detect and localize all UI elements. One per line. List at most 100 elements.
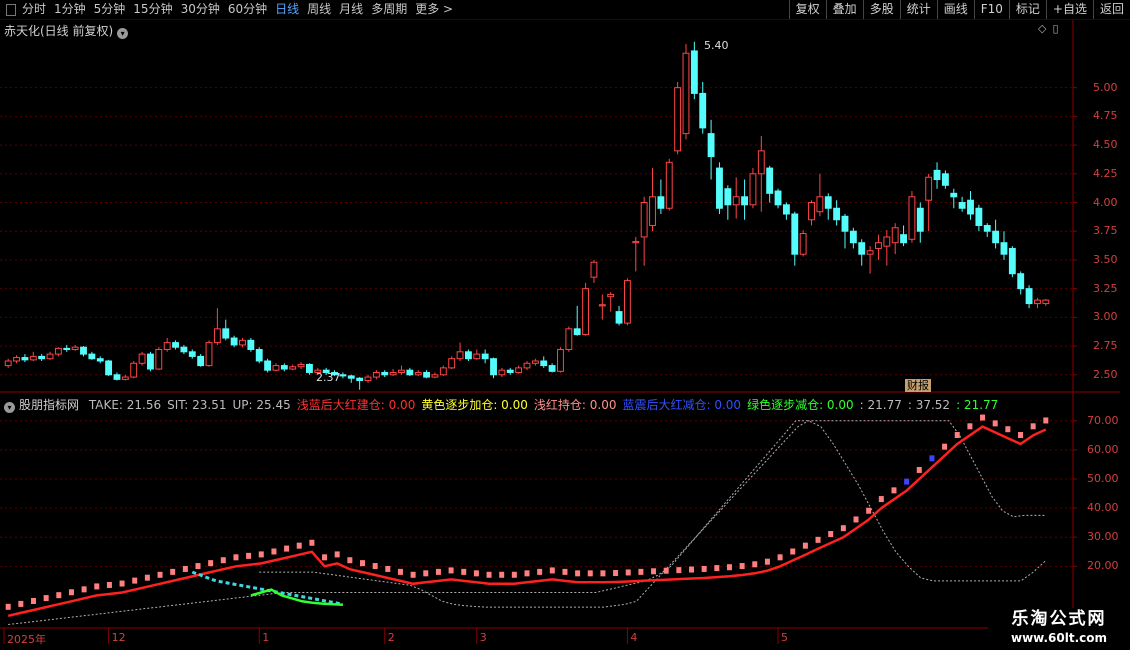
candle-body: [632, 241, 640, 244]
indicator-square: [284, 545, 290, 552]
indicator-square: [246, 552, 252, 559]
indicator-value: : 21.77: [956, 398, 999, 412]
candle-body: [967, 199, 974, 215]
indicator-square: [448, 567, 454, 574]
candle-body: [741, 196, 749, 206]
indicator-square: [132, 577, 138, 584]
indicator-square: [967, 423, 973, 430]
indicator-square: [106, 581, 112, 588]
cyan-step-line: [191, 570, 344, 606]
site-watermark: 乐淘公式网 www.60lt.com: [988, 608, 1130, 650]
candle-body: [598, 304, 606, 307]
candle-body: [657, 196, 665, 209]
candle-body: [239, 339, 246, 346]
candle-body: [515, 367, 523, 373]
indicator-tick-label: 30.00: [1087, 530, 1119, 544]
high-price-mark: 5.40: [704, 39, 729, 52]
indicator-square: [258, 551, 264, 558]
candle-body: [958, 202, 966, 209]
candle-body: [1025, 288, 1033, 305]
red-trend-line: [7, 425, 1047, 618]
candle-body: [130, 362, 138, 378]
indicator-square: [182, 565, 188, 572]
candle-body: [481, 353, 489, 360]
indicator-square: [1030, 423, 1036, 430]
candle-body: [866, 250, 874, 255]
indicator-square: [853, 516, 859, 523]
candle-body: [46, 353, 54, 360]
candle-body: [147, 353, 154, 370]
candle-body: [88, 353, 96, 360]
indicator-square: [334, 551, 340, 558]
diamond-icon[interactable]: ◇: [1038, 22, 1046, 35]
indicator-square: [385, 565, 391, 572]
indicator-square: [651, 568, 657, 575]
candle-body: [649, 196, 656, 226]
indicator-square: [309, 539, 315, 546]
candle-body: [1000, 242, 1008, 255]
candle-body: [858, 242, 866, 255]
candle-body: [230, 337, 238, 346]
stock-title: 赤天化(日线 前复权): [4, 24, 114, 38]
candle-body: [280, 365, 288, 370]
indicator-name[interactable]: 股朋指标网: [19, 398, 79, 412]
candle-body: [381, 371, 389, 376]
financial-report-tag[interactable]: 财报: [905, 379, 931, 392]
candle-body: [356, 377, 364, 382]
candle-body: [423, 371, 431, 378]
candle-body: [448, 358, 456, 369]
candle-body: [540, 360, 548, 367]
candle-body: [213, 328, 221, 344]
low-price-mark: 2.37: [316, 371, 341, 384]
candle-body: [180, 346, 188, 353]
candle-body: [665, 161, 673, 209]
indicator-square: [866, 507, 872, 514]
indicator-square: [840, 525, 846, 532]
chevron-down-icon[interactable]: ▾: [117, 28, 129, 39]
indicator-square: [322, 554, 328, 561]
indicator-tick-label: 20.00: [1087, 559, 1119, 573]
candle-body: [1008, 247, 1016, 275]
chevron-down-icon[interactable]: ▾: [4, 402, 15, 413]
indicator-square: [423, 570, 429, 577]
date-tick-label: 12: [111, 631, 126, 644]
candle-body: [732, 196, 740, 206]
date-tick-label: 5: [781, 631, 789, 644]
indicator-square: [170, 568, 176, 575]
main-pane-title[interactable]: 赤天化(日线 前复权) ▾: [4, 22, 129, 39]
candle-body: [875, 242, 882, 249]
indicator-square: [916, 466, 922, 473]
indicator-value: 蓝震后大红减仓: 0.00: [622, 398, 742, 412]
candle-body: [490, 358, 497, 376]
indicator-square: [94, 583, 100, 590]
price-tick-label: 2.75: [1093, 339, 1118, 353]
candle-body: [674, 87, 682, 152]
candle-body: [849, 230, 857, 244]
window-icon[interactable]: ▯: [1052, 22, 1058, 35]
candle-body: [933, 169, 941, 181]
indicator-square: [752, 561, 758, 568]
indicator-square: [30, 597, 36, 604]
indicator-square: [372, 563, 378, 570]
indicator-square: [663, 567, 669, 574]
indicator-square: [397, 568, 403, 575]
candle-body: [808, 202, 815, 221]
indicator-square: [157, 571, 163, 578]
candle-body: [841, 215, 849, 232]
candle-body: [439, 367, 447, 376]
candle-body: [4, 360, 12, 367]
date-tick-label: 2: [387, 631, 395, 644]
indicator-square: [613, 570, 619, 577]
candle-body: [623, 280, 631, 324]
candle-body: [272, 365, 280, 371]
date-tick-label: 4: [630, 631, 638, 644]
indicator-value: 浅蓝后大红建仓: 0.00: [296, 398, 416, 412]
indicator-square: [828, 531, 834, 538]
candle-body: [255, 349, 263, 362]
chart-canvas[interactable]: [0, 0, 1130, 650]
candle-body: [791, 213, 799, 255]
candle-body: [155, 349, 163, 370]
price-tick-label: 4.50: [1093, 138, 1118, 152]
candle-body: [498, 369, 506, 376]
candle-body: [29, 355, 37, 361]
